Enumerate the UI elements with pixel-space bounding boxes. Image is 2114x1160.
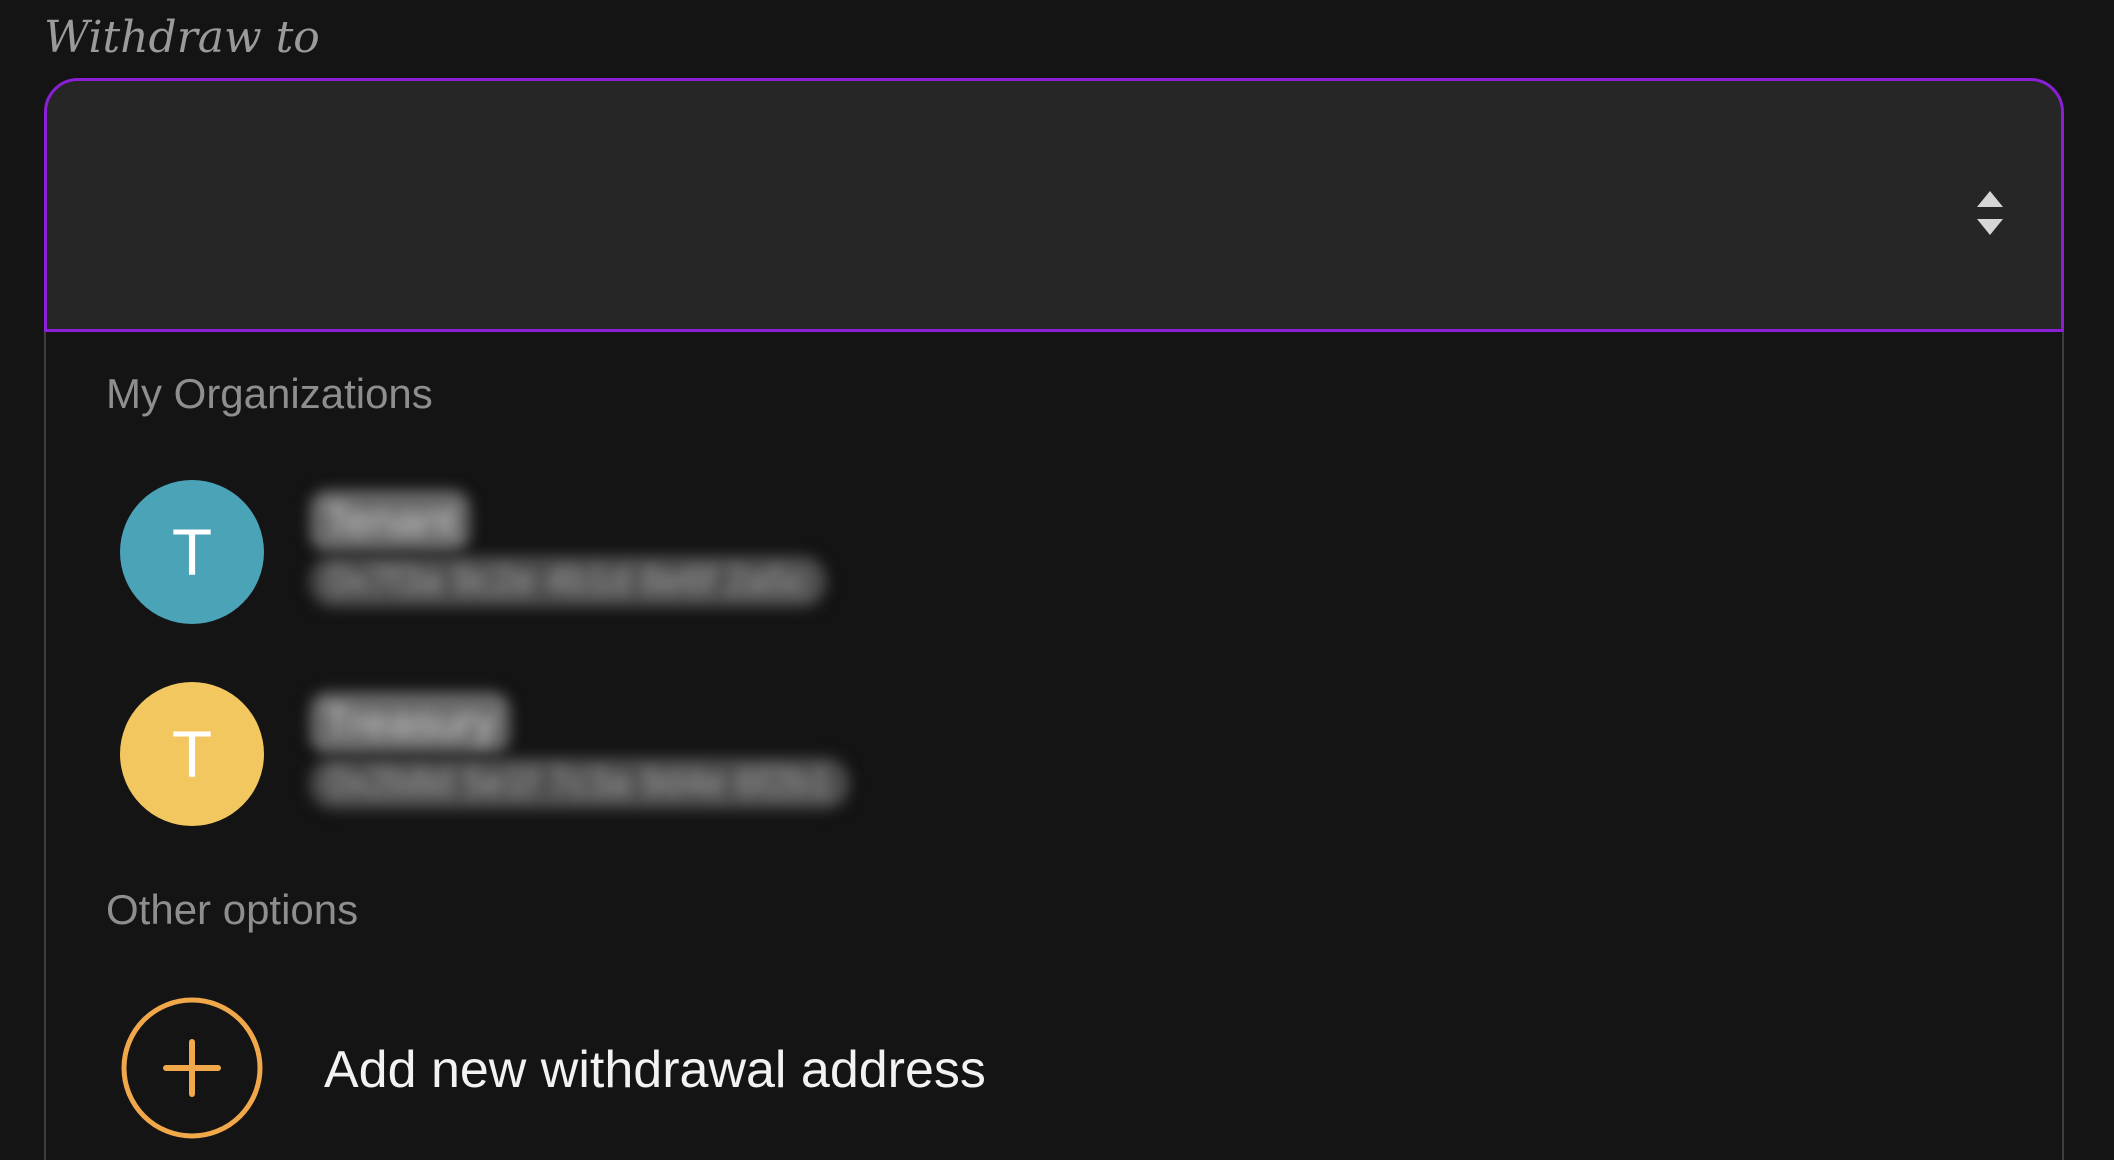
sort-arrows-icon [1977,191,2003,235]
plus-circle-icon [121,997,263,1139]
withdraw-to-label: Withdraw to [44,12,320,63]
organization-avatar: T [120,682,264,826]
withdraw-to-dropdown: My Organizations T Tenant 0x7f3a 9c2e 4b… [44,332,2064,1160]
organization-option[interactable]: T Treasury 0x2b8d 5e1f 7c3a 9d4e 6f2b1 [120,682,1920,828]
organization-detail: 0x7f3a 9c2e 4b1d 8e6f 2a5c [310,556,826,607]
organization-name: Tenant [310,490,471,552]
my-organizations-heading: My Organizations [106,370,433,417]
other-options-heading: Other options [106,886,359,933]
add-withdrawal-address-label: Add new withdrawal address [324,1041,986,1099]
organization-detail: 0x2b8d 5e1f 7c3a 9d4e 6f2b1 [310,758,849,809]
organization-avatar: T [120,480,264,624]
organization-option[interactable]: T Tenant 0x7f3a 9c2e 4b1d 8e6f 2a5c [120,480,1920,626]
withdraw-to-select[interactable] [44,78,2064,332]
organization-name: Treasury [310,692,510,754]
add-withdrawal-address-option[interactable]: Add new withdrawal address [120,996,1920,1146]
